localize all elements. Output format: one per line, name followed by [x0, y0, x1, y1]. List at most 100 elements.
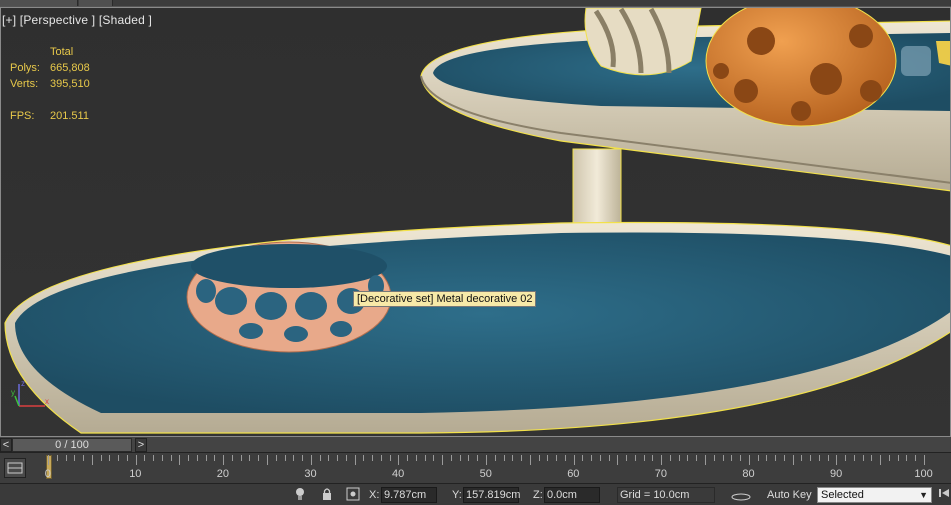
polys-value: 665,808 [50, 62, 90, 74]
spiral-vase[interactable] [584, 8, 702, 76]
menu-strip [0, 0, 951, 7]
trackbar-tick [582, 455, 584, 461]
trackbar-tick [486, 455, 487, 465]
trackbar-tick [687, 455, 689, 461]
stats-total-label: Total [50, 46, 74, 58]
trackbar-tick [109, 455, 111, 461]
open-mini-curve-editor-icon[interactable] [4, 458, 26, 478]
trackbar[interactable]: 0 10 20 30 40 50 60 70 80 90 100 [0, 453, 951, 483]
trackbar-tick [888, 455, 890, 461]
trackbar-tick [135, 455, 137, 465]
x-coord-label: X: [369, 489, 380, 501]
go-to-start-icon[interactable] [937, 487, 951, 503]
trackbar-tick [792, 455, 794, 465]
menu-strip-segment [0, 0, 78, 6]
trackbar-tick [862, 455, 864, 461]
trackbar-tick [415, 455, 417, 461]
trackbar-tick [810, 455, 812, 461]
trackbar-tick [521, 455, 523, 461]
view-cube-icon[interactable] [901, 46, 931, 76]
trackbar-tick [48, 455, 49, 465]
trackbar-tick [556, 455, 558, 461]
trackbar-tick [83, 455, 85, 461]
trackbar-tick [196, 455, 198, 461]
axis-z-label: z [21, 380, 25, 388]
trackbar-tick [205, 455, 207, 461]
trackbar-tick [634, 455, 636, 461]
perspective-viewport[interactable]: [+] [Perspective ] [Shaded ] Total Polys… [0, 7, 951, 437]
y-coord-field[interactable]: 157.819cm [463, 487, 520, 503]
trackbar-frame-number: 50 [479, 468, 492, 480]
trackbar-tick [801, 455, 803, 461]
scene-render[interactable] [1, 8, 951, 437]
trackbar-tick [748, 455, 750, 465]
trackbar-tick [91, 455, 93, 465]
lower-tray[interactable] [4, 221, 951, 434]
stats-header-row: Total [10, 44, 130, 60]
trackbar-tick [65, 455, 67, 461]
trackbar-ruler[interactable]: 0 10 20 30 40 50 60 70 80 90 100 [44, 453, 934, 483]
verts-value: 395,510 [50, 78, 90, 90]
trackbar-tick [170, 455, 172, 461]
stand-pole[interactable] [572, 148, 622, 230]
trackbar-tick [179, 455, 181, 465]
trackbar-tick [599, 455, 601, 461]
trackbar-tick [319, 455, 321, 461]
verts-label: Verts: [10, 78, 39, 90]
trackbar-frame-number: 90 [830, 468, 843, 480]
trackbar-frame-number: 100 [914, 468, 933, 480]
selection-set-dropdown[interactable]: Selected ▼ [817, 487, 932, 503]
polys-label: Polys: [10, 62, 40, 74]
viewport-statistics: Total Polys: 665,808 Verts: 395,510 FPS:… [10, 44, 130, 124]
trackbar-tick [249, 455, 251, 461]
trackbar-tick [459, 455, 461, 461]
trackbar-tick [696, 455, 698, 461]
trackbar-tick [617, 455, 619, 465]
set-key-icon[interactable] [728, 487, 754, 503]
trackbar-tick [705, 455, 706, 465]
stats-verts-row: Verts: 395,510 [10, 76, 130, 92]
trackbar-tick [118, 455, 120, 461]
trackbar-tick [845, 455, 847, 461]
trackbar-tick [372, 455, 374, 461]
trackbar-tick [328, 455, 330, 461]
trackbar-tick [161, 455, 163, 461]
selection-lock-icon[interactable] [319, 487, 335, 503]
trackbar-tick [267, 455, 268, 465]
trackbar-tick [678, 455, 680, 461]
trackbar-tick [906, 455, 908, 461]
trackbar-tick [398, 455, 400, 465]
trackbar-frame-number: 70 [654, 468, 668, 480]
trackbar-tick [669, 455, 671, 461]
trackbar-tick [775, 455, 777, 461]
stats-fps-row: FPS: 201.511 [10, 108, 130, 124]
trackbar-tick [626, 455, 628, 461]
trackbar-tick [424, 455, 426, 461]
trackbar-tick [783, 455, 785, 461]
time-slider[interactable]: < 0 / 100 > [0, 437, 951, 453]
trackbar-tick [871, 455, 873, 461]
viewport-label[interactable]: [+] [Perspective ] [Shaded ] [2, 13, 152, 27]
next-frame-button[interactable]: > [135, 438, 147, 452]
previous-frame-button[interactable]: < [0, 438, 12, 452]
fps-value: 201.511 [50, 110, 89, 122]
trackbar-tick [223, 455, 225, 465]
time-slider-handle[interactable]: 0 / 100 [12, 438, 132, 452]
lightbulb-icon[interactable] [292, 487, 308, 503]
axis-x-label: x [45, 397, 49, 406]
trackbar-tick [766, 455, 768, 461]
trackbar-tick [389, 455, 391, 461]
z-coord-field[interactable]: 0.0cm [544, 487, 600, 503]
absolute-mode-transform-icon[interactable] [345, 487, 361, 503]
trackbar-tick [740, 455, 742, 461]
trackbar-tick [293, 455, 295, 461]
trackbar-tick [188, 455, 190, 461]
trackbar-tick [573, 455, 575, 465]
chevron-down-icon: ▼ [919, 490, 928, 500]
x-coord-field[interactable]: 9.787cm [381, 487, 437, 503]
trackbar-tick [503, 455, 505, 461]
trackbar-tick [494, 455, 496, 461]
trackbar-tick [442, 455, 444, 465]
trackbar-frame-number: 20 [216, 468, 230, 480]
auto-key-button[interactable]: Auto Key [767, 487, 812, 503]
